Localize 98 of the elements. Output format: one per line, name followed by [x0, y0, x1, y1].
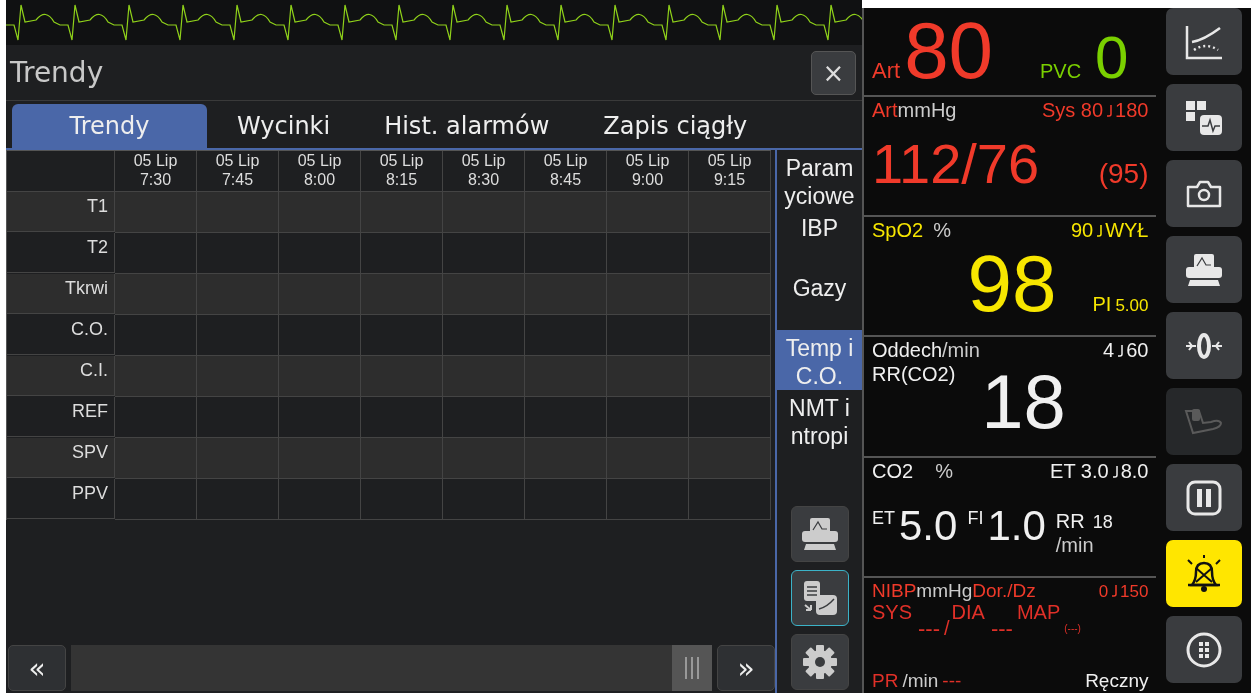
rr-unit: /min [1055, 535, 1095, 555]
row-label: T1 [7, 192, 115, 232]
scroll-thumb[interactable] [672, 645, 712, 691]
side-button[interactable] [1165, 8, 1242, 75]
tab[interactable]: Wycinki [213, 104, 355, 148]
mean-pressure: (95) [1098, 160, 1149, 188]
alarm-limit: WYŁ [1105, 220, 1149, 240]
fi-label: FI [967, 509, 984, 527]
alarm-limit: 8.0 [1120, 461, 1149, 481]
respiration-source: RR(CO2) [872, 364, 956, 384]
dia-value: --- [990, 618, 1013, 640]
et-co2-value: 5.0 [899, 505, 958, 547]
category-item[interactable]: Temp i C.O. [777, 330, 862, 390]
side-button[interactable] [1165, 464, 1242, 531]
category-item[interactable]: Gazy [777, 270, 862, 330]
row-label: T2 [7, 233, 115, 273]
pr-value: --- [942, 671, 962, 690]
alarm-limit: 4 [1103, 340, 1115, 360]
spo2-unit: % [933, 220, 951, 240]
printer-icon [1183, 251, 1224, 288]
alarm-limit: 60 [1126, 340, 1149, 360]
row-label: REF [7, 397, 115, 437]
spo2-label: SpO2 [872, 220, 924, 240]
side-button[interactable] [1165, 236, 1242, 303]
side-button[interactable] [1165, 160, 1242, 227]
scroll-track[interactable] [71, 645, 712, 691]
pvc-label: PVC [1040, 61, 1082, 81]
nibp-type: Dor./Dz [972, 581, 1036, 600]
map-label: MAP [1016, 602, 1061, 622]
window-title: Trendy [10, 56, 104, 89]
category-item[interactable]: IBP [777, 210, 862, 270]
alarm-limit: 0 [1098, 583, 1109, 600]
pr-unit: /min [902, 671, 939, 690]
alarm-limit: 180 [1115, 100, 1149, 120]
nibp-mode: Ręczny [1085, 671, 1149, 690]
et-label: ET [872, 509, 895, 527]
tool-button[interactable] [790, 634, 849, 690]
limit-icon [1106, 104, 1113, 117]
side-button[interactable] [1165, 84, 1242, 151]
close-button[interactable]: × [811, 50, 856, 95]
alarm-limit: 90 [1070, 220, 1094, 240]
layout-waveform-icon [1183, 98, 1224, 137]
row-label: SPV [7, 438, 115, 478]
dia-label: DIA [951, 602, 985, 622]
ibp-unit: mmHg [897, 100, 957, 120]
settings-icon [800, 643, 839, 681]
pvc-value: 0 [1095, 28, 1129, 88]
pause-icon [1184, 478, 1223, 517]
pi-label: PI [1092, 294, 1112, 314]
respiration-value: 18 [981, 364, 1066, 440]
row-label: C.O. [7, 315, 115, 355]
ibp-label: Art [872, 100, 898, 120]
tool-button[interactable] [790, 570, 849, 626]
separator-slash: / [944, 618, 950, 638]
sys-value: --- [918, 618, 940, 640]
fi-co2-value: 1.0 [987, 505, 1046, 547]
tab[interactable]: Zapis ciągły [579, 104, 772, 148]
spo2-value: 98 [967, 244, 1057, 324]
next-page-button[interactable]: » [717, 645, 775, 691]
camera-icon [1184, 178, 1223, 209]
alarm-limit: Sys 80 [1041, 100, 1104, 120]
art-label: Art [872, 60, 901, 82]
respiration-label: Oddech [872, 340, 943, 360]
respiration-unit: /min [942, 340, 980, 360]
previous-page-button[interactable]: « [8, 645, 66, 691]
trend-chart-icon [1183, 23, 1224, 60]
limit-icon [1111, 584, 1118, 597]
row-label: PPV [7, 479, 115, 519]
tab[interactable]: Trendy [12, 104, 207, 148]
printer-icon [799, 516, 840, 552]
side-button[interactable] [1165, 616, 1242, 683]
pr-label: PR [872, 671, 899, 690]
heart-rate-value: 80 [904, 11, 994, 91]
alarm-limit: ET 3.0 [1050, 461, 1109, 481]
nibp-unit: mmHg [916, 581, 973, 600]
side-button[interactable] [1165, 540, 1242, 607]
row-label: Tkrwi [7, 274, 115, 314]
alarm-limit: 150 [1120, 583, 1149, 600]
limit-icon [1117, 344, 1124, 357]
co2-unit: % [935, 461, 953, 481]
blood-pressure-value: 112/76 [872, 136, 1040, 192]
rr-label: RR [1055, 511, 1085, 531]
rr-value: 18 [1092, 513, 1113, 531]
sys-label: SYS [872, 602, 913, 622]
category-item[interactable]: NMT i ntropi [777, 390, 862, 450]
nibp-label: NIBP [872, 581, 917, 600]
co2-label: CO2 [872, 461, 914, 481]
tab[interactable]: Hist. alarmów [360, 104, 574, 148]
menu-icon [1184, 630, 1223, 669]
map-value: (---) [1064, 624, 1081, 634]
sensor-icon [1183, 330, 1224, 361]
tool-button[interactable] [790, 506, 849, 562]
pi-value: 5.00 [1115, 297, 1149, 314]
category-item[interactable]: Param yciowe [777, 150, 862, 210]
limit-icon [1111, 465, 1118, 478]
row-label: C.I. [7, 356, 115, 396]
side-button[interactable] [1165, 312, 1242, 379]
limit-icon [1096, 224, 1103, 237]
